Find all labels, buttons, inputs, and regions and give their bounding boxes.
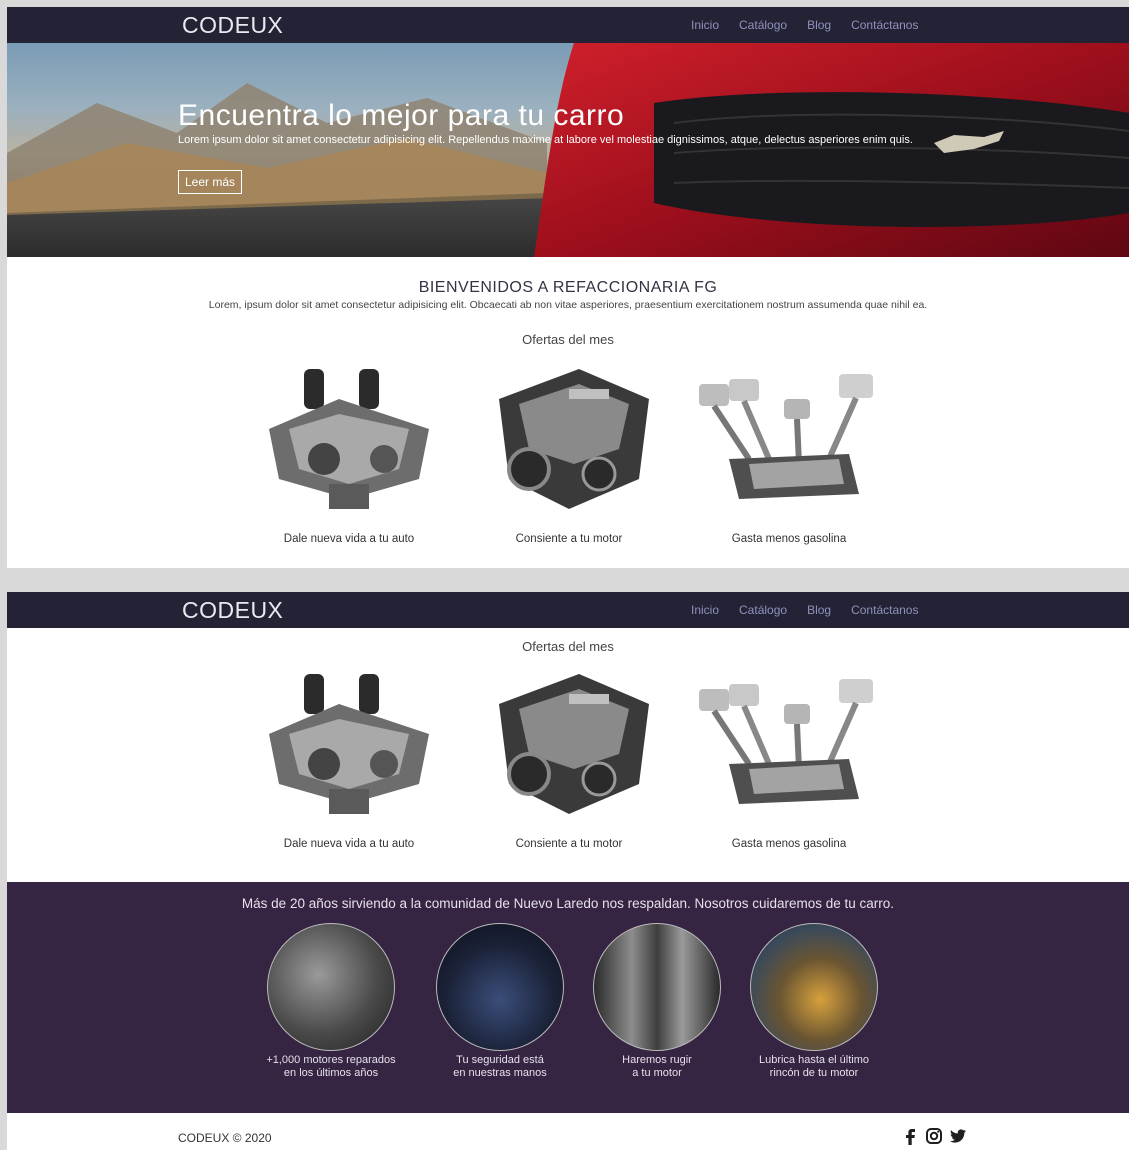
hero-banner: Encuentra lo mejor para tu carro Lorem i… — [7, 43, 1129, 257]
nav-link-blog[interactable]: Blog — [807, 603, 831, 617]
engine-image — [499, 674, 649, 814]
brand-logo[interactable]: CODEUX — [182, 12, 283, 39]
nav-links: Inicio Catálogo Blog Contáctanos — [691, 18, 918, 32]
service-item[interactable]: +1,000 motores reparados en los últimos … — [251, 923, 411, 1080]
pistons-image — [699, 679, 873, 804]
offer-card[interactable]: Dale nueva vida a tu auto — [249, 359, 449, 545]
facebook-icon[interactable] — [900, 1126, 920, 1146]
welcome-title: BIENVENIDOS A REFACCIONARIA FG — [418, 279, 718, 296]
v8-engine-image — [269, 369, 429, 509]
nav-link-inicio[interactable]: Inicio — [691, 18, 719, 32]
nav-links: Inicio Catálogo Blog Contáctanos — [691, 603, 918, 617]
engine-bay-image — [593, 923, 721, 1051]
welcome-section: BIENVENIDOS A REFACCIONARIA FG Lorem, ip… — [7, 279, 1129, 311]
offers-grid: Dale nueva vida a tu auto Consiente a tu… — [7, 347, 1129, 547]
nav-link-catalogo[interactable]: Catálogo — [739, 18, 787, 32]
read-more-button[interactable]: Leer más — [178, 170, 243, 194]
offer-card[interactable]: Consiente a tu motor — [469, 664, 669, 850]
twitter-icon[interactable] — [948, 1126, 968, 1146]
offer-card[interactable]: Consiente a tu motor — [469, 359, 669, 545]
navbar: CODEUX Inicio Catálogo Blog Contáctanos — [7, 7, 1129, 43]
copyright-text: CODEUX © 2020 — [178, 1131, 272, 1145]
service-item[interactable]: Lubrica hasta el último rincón de tu mot… — [734, 923, 894, 1080]
offer-label: Consiente a tu motor — [515, 838, 623, 850]
offer-label: Gasta menos gasolina — [731, 533, 847, 545]
hero-text: Lorem ipsum dolor sit amet consectetur a… — [178, 134, 913, 146]
services-grid: +1,000 motores reparados en los últimos … — [7, 911, 1129, 1091]
hero-title: Encuentra lo mejor para tu carro — [178, 99, 625, 132]
nav-link-blog[interactable]: Blog — [807, 18, 831, 32]
services-section: Más de 20 años sirviendo a la comunidad … — [7, 882, 1129, 1113]
welcome-text: Lorem, ipsum dolor sit amet consectetur … — [208, 299, 928, 311]
offer-label: Gasta menos gasolina — [731, 838, 847, 850]
brand-logo[interactable]: CODEUX — [182, 597, 283, 624]
nav-link-catalogo[interactable]: Catálogo — [739, 603, 787, 617]
offer-label: Consiente a tu motor — [515, 533, 623, 545]
instagram-icon[interactable] — [924, 1126, 944, 1146]
offers-title: Ofertas del mes — [522, 332, 614, 347]
offers-title: Ofertas del mes — [522, 639, 614, 654]
offer-card[interactable]: Dale nueva vida a tu auto — [249, 664, 449, 850]
service-label: +1,000 motores reparados en los últimos … — [266, 1054, 396, 1079]
footer: CODEUX © 2020 — [7, 1113, 1129, 1150]
v8-engine-image — [269, 674, 429, 814]
mechanic-image — [267, 923, 395, 1051]
oil-filter-image — [750, 923, 878, 1051]
navbar: CODEUX Inicio Catálogo Blog Contáctanos — [7, 592, 1129, 628]
pistons-image — [699, 374, 873, 499]
services-title: Más de 20 años sirviendo a la comunidad … — [241, 896, 895, 911]
service-label: Lubrica hasta el último rincón de tu mot… — [758, 1054, 870, 1079]
nav-link-contactanos[interactable]: Contáctanos — [851, 603, 918, 617]
offer-card[interactable]: Gasta menos gasolina — [689, 359, 889, 545]
service-label: Tu seguridad está en nuestras manos — [453, 1054, 547, 1079]
service-label: Haremos rugir a tu motor — [622, 1054, 692, 1079]
service-item[interactable]: Haremos rugir a tu motor — [577, 923, 737, 1080]
offer-card[interactable]: Gasta menos gasolina — [689, 664, 889, 850]
offers-grid: Dale nueva vida a tu auto Consiente a tu… — [7, 654, 1129, 854]
offer-label: Dale nueva vida a tu auto — [283, 838, 415, 850]
service-item[interactable]: Tu seguridad está en nuestras manos — [420, 923, 580, 1080]
car-interior-image — [436, 923, 564, 1051]
engine-image — [499, 369, 649, 509]
offer-label: Dale nueva vida a tu auto — [283, 533, 415, 545]
nav-link-inicio[interactable]: Inicio — [691, 603, 719, 617]
page-screenshot-top: CODEUX Inicio Catálogo Blog Contáctanos — [7, 7, 1129, 568]
hero-content: Encuentra lo mejor para tu carro Lorem i… — [178, 99, 958, 194]
social-links — [900, 1126, 968, 1146]
page-screenshot-bottom: CODEUX Inicio Catálogo Blog Contáctanos … — [7, 592, 1129, 1150]
nav-link-contactanos[interactable]: Contáctanos — [851, 18, 918, 32]
